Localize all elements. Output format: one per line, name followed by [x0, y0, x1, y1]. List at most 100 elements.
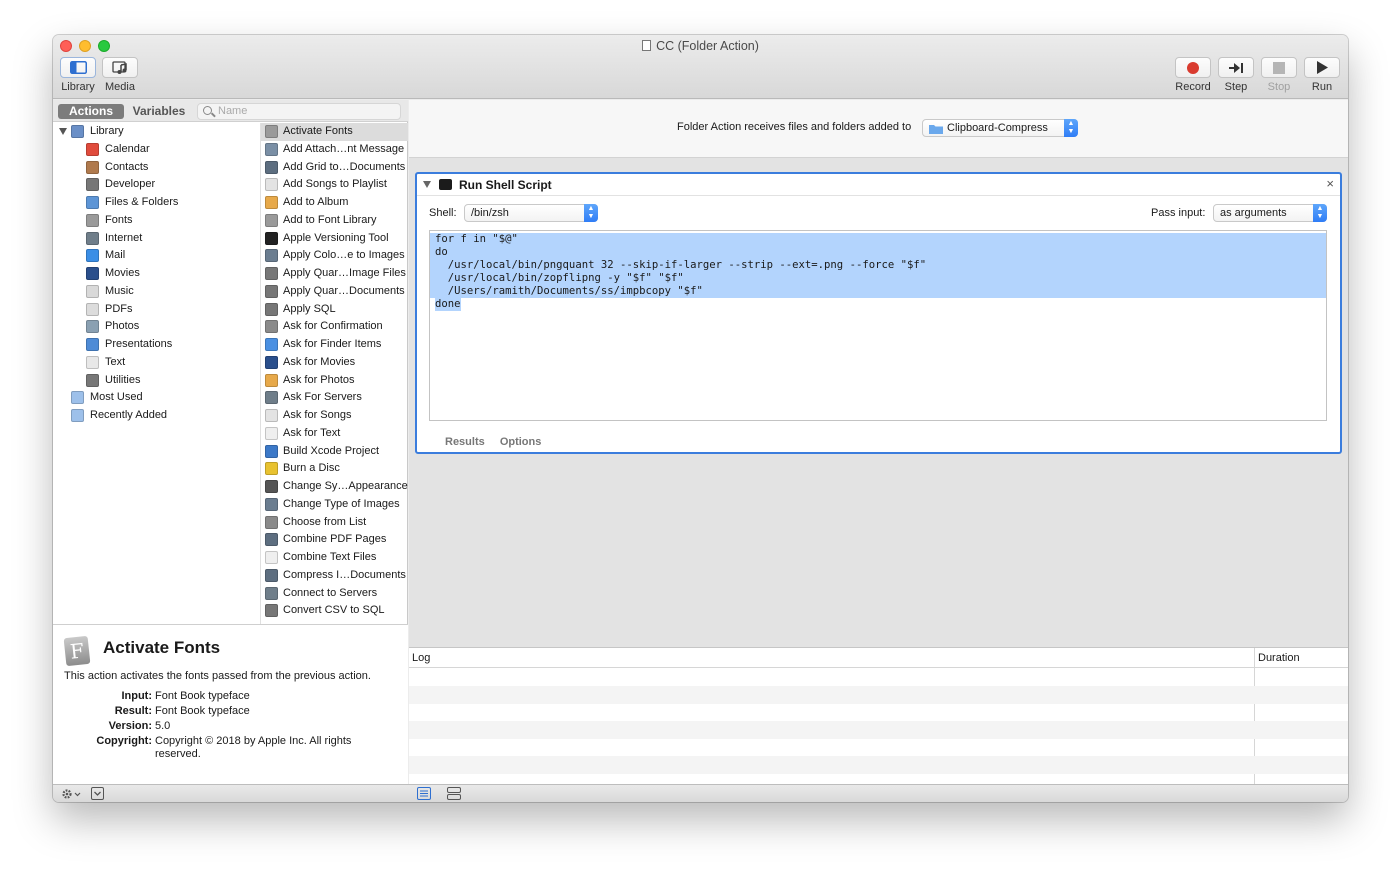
action-label: Combine Text Files — [283, 551, 377, 563]
action-item[interactable]: Combine PDF Pages — [261, 531, 408, 549]
action-item[interactable]: Burn a Disc — [261, 460, 408, 478]
category-item[interactable]: Internet — [53, 230, 258, 248]
title-bar: CC (Folder Action) Library Media Record … — [53, 35, 1348, 99]
category-item[interactable]: Contacts — [53, 159, 258, 177]
pdf-icon — [265, 160, 278, 174]
action-item[interactable]: Choose from List — [261, 514, 408, 532]
category-item[interactable]: Text — [53, 354, 258, 372]
tab-options[interactable]: Options — [500, 436, 542, 448]
action-description: F Activate Fonts This action activates t… — [53, 624, 408, 784]
search-input[interactable]: Name — [197, 103, 401, 120]
action-item[interactable]: Combine Text Files — [261, 549, 408, 567]
photos-icon — [86, 320, 99, 334]
action-item[interactable]: Ask for Text — [261, 425, 408, 443]
action-item[interactable]: Apply Colo…e to Images — [261, 247, 408, 265]
presentations-icon — [86, 338, 99, 351]
action-item[interactable]: Ask For Servers — [261, 389, 408, 407]
action-item[interactable]: Apply Quar…Image Files — [261, 265, 408, 283]
script-editor[interactable]: for f in "$@" do /usr/local/bin/pngquant … — [429, 230, 1327, 421]
category-item[interactable]: Most Used — [53, 389, 258, 407]
action-item[interactable]: Add Attach…nt Message — [261, 141, 408, 159]
code-line-text: /usr/local/bin/zopflipng -y "$f" "$f" — [435, 272, 684, 284]
category-item[interactable]: Mail — [53, 247, 258, 265]
category-item[interactable]: Developer — [53, 176, 258, 194]
action-label: Ask for Photos — [283, 373, 355, 386]
gear-icon[interactable] — [61, 788, 81, 800]
show-description-icon[interactable] — [91, 787, 104, 800]
action-label: Ask For Servers — [283, 391, 362, 404]
popup-arrows-icon: ▲ ▼ — [1313, 204, 1327, 222]
action-item[interactable]: Convert CSV to SQL — [261, 602, 408, 620]
action-label: Combine PDF Pages — [283, 533, 387, 546]
close-action-icon[interactable]: × — [1326, 176, 1334, 191]
run-button[interactable]: Run — [1303, 57, 1341, 93]
step-button[interactable]: Step — [1217, 57, 1255, 93]
action-item[interactable]: Build Xcode Project — [261, 443, 408, 461]
category-item[interactable]: Files & Folders — [53, 194, 258, 212]
category-label: Fonts — [105, 213, 133, 226]
action-label: Convert CSV to SQL — [283, 604, 385, 617]
code-line-text: do — [435, 246, 448, 258]
action-item[interactable]: Change Sy…Appearance — [261, 478, 408, 496]
category-item[interactable]: Photos — [53, 318, 258, 336]
action-item[interactable]: Add to Album — [261, 194, 408, 212]
category-item[interactable]: Utilities — [53, 372, 258, 390]
action-item[interactable]: Activate Fonts — [261, 123, 408, 141]
action-item[interactable]: Compress I…Documents — [261, 567, 408, 585]
music-icon — [86, 284, 99, 298]
category-item[interactable]: PDFs — [53, 301, 258, 319]
shell-popup[interactable]: /bin/zsh ▲ ▼ — [464, 204, 598, 222]
action-list: Activate Fonts Add Attach…nt Message Add G… — [260, 123, 408, 624]
action-item[interactable]: Connect to Servers — [261, 585, 408, 603]
finder-icon — [265, 338, 278, 351]
log-column-header[interactable]: Log — [412, 652, 430, 664]
action-item[interactable]: Ask for Photos — [261, 372, 408, 390]
action-item[interactable]: Ask for Songs — [261, 407, 408, 425]
record-button[interactable]: Record — [1174, 57, 1212, 93]
media-icon — [111, 60, 127, 74]
action-item[interactable]: Ask for Finder Items — [261, 336, 408, 354]
category-item[interactable]: Music — [53, 283, 258, 301]
action-item[interactable]: Add to Font Library — [261, 212, 408, 230]
category-item[interactable]: Library — [53, 123, 258, 141]
tab-results[interactable]: Results — [445, 436, 485, 448]
category-item[interactable]: Recently Added — [53, 407, 258, 425]
action-item[interactable]: Apply Quar…Documents — [261, 283, 408, 301]
run-shell-script-action[interactable]: Run Shell Script × Shell: /bin/zsh ▲ ▼ Pa… — [415, 172, 1342, 454]
disclosure-triangle-icon[interactable] — [59, 128, 67, 135]
action-label: Choose from List — [283, 515, 367, 528]
automator-window: CC (Folder Action) Library Media Record … — [53, 35, 1348, 802]
terminal-icon — [439, 179, 452, 190]
media-button[interactable]: Media — [101, 57, 139, 93]
play-icon — [1317, 61, 1328, 74]
category-item[interactable]: Movies — [53, 265, 258, 283]
receives-label: Folder Action receives files and folders… — [677, 121, 912, 133]
action-item[interactable]: Add Grid to…Documents — [261, 159, 408, 177]
code-line: do — [430, 246, 1326, 259]
action-item[interactable]: Apple Versioning Tool — [261, 230, 408, 248]
action-item[interactable]: Ask for Movies — [261, 354, 408, 372]
flow-view-icon[interactable] — [447, 787, 461, 800]
tab-variables[interactable]: Variables — [129, 104, 189, 119]
tab-actions[interactable]: Actions — [58, 104, 124, 119]
code-line: /usr/local/bin/zopflipng -y "$f" "$f" — [430, 272, 1326, 285]
list-view-icon[interactable] — [417, 787, 431, 800]
action-item[interactable]: Change Type of Images — [261, 496, 408, 514]
action-item[interactable]: Add Songs to Playlist — [261, 176, 408, 194]
category-item[interactable]: Presentations — [53, 336, 258, 354]
action-item[interactable]: Ask for Confirmation — [261, 318, 408, 336]
duration-column-header[interactable]: Duration — [1258, 652, 1300, 664]
stop-button[interactable]: Stop — [1260, 57, 1298, 93]
folder-popup[interactable]: Clipboard-Compress ▲ ▼ — [922, 119, 1078, 137]
category-item[interactable]: Calendar — [53, 141, 258, 159]
category-item[interactable]: Fonts — [53, 212, 258, 230]
library-toggle-button[interactable]: Library — [59, 57, 97, 93]
action-item[interactable]: Apply SQL — [261, 301, 408, 319]
action-label: Apple Versioning Tool — [283, 231, 389, 244]
action-title: Run Shell Script — [459, 178, 552, 192]
collapse-triangle-icon[interactable] — [423, 181, 431, 188]
action-tabs: Results Options — [445, 436, 553, 448]
pass-input-popup[interactable]: as arguments ▲ ▼ — [1213, 204, 1327, 222]
code-line-text: done — [435, 298, 461, 311]
action-label: Change Sy…Appearance — [283, 480, 408, 492]
